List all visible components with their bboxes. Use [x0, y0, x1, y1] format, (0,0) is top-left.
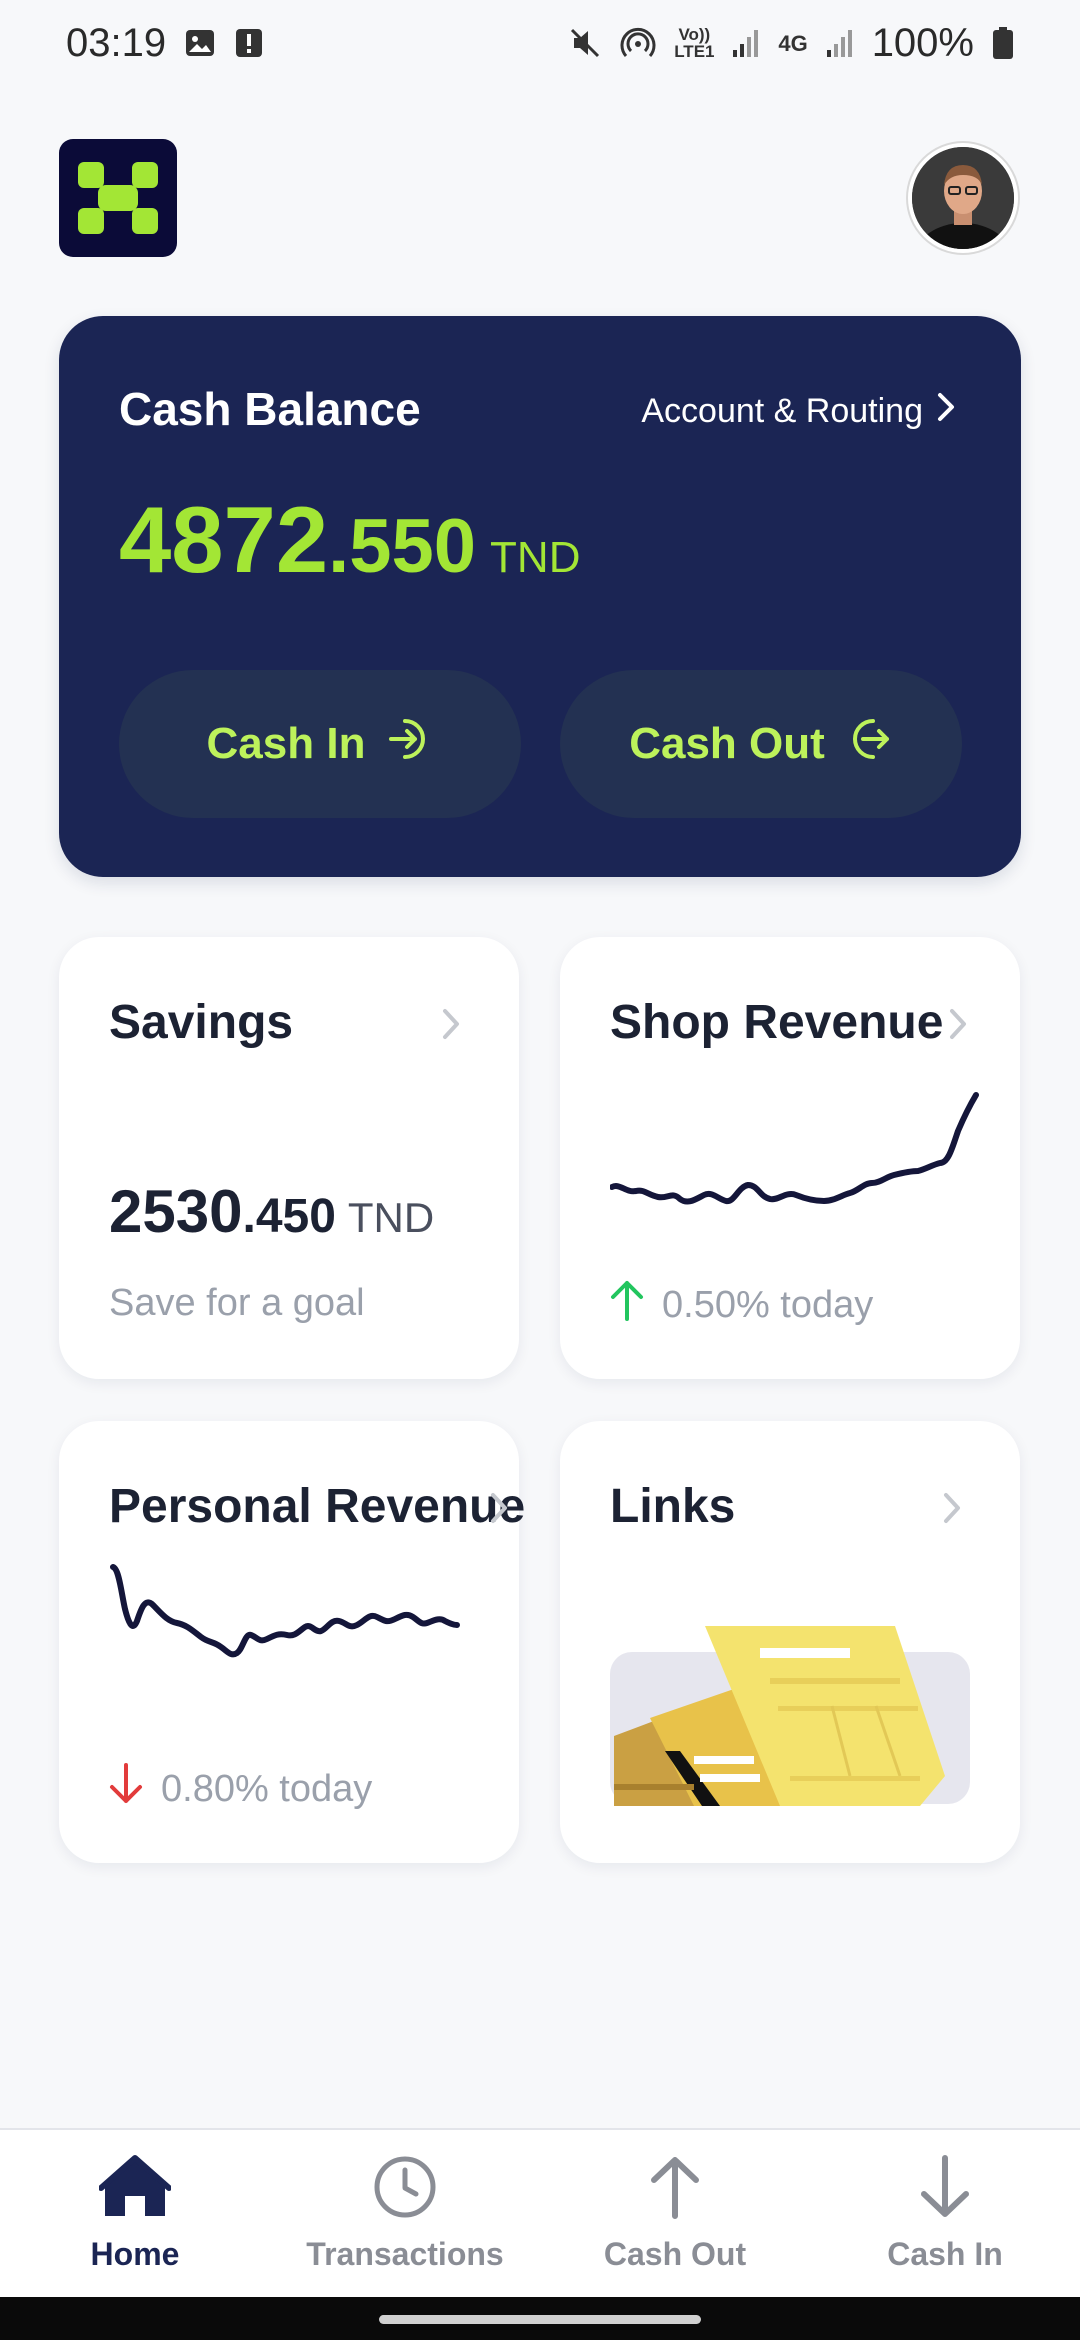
chevron-right-icon — [441, 1007, 461, 1046]
arrow-up-icon — [642, 2154, 708, 2228]
logout-arrow-icon — [845, 715, 893, 774]
app-logo-icon[interactable] — [59, 139, 177, 257]
arrow-down-icon — [912, 2154, 978, 2228]
cash-balance-card: Cash Balance Account & Routing 4872 .550… — [59, 316, 1021, 877]
home-icon — [98, 2154, 172, 2228]
links-tile[interactable]: Links — [560, 1421, 1020, 1863]
personal-revenue-sparkline — [110, 1564, 460, 1658]
bottom-navigation: Home Transactions Cash Out Cash In — [0, 2128, 1080, 2297]
savings-subtitle: Save for a goal — [109, 1282, 365, 1324]
nav-transactions-label: Transactions — [306, 2236, 504, 2272]
balance-amount: 4872 .550 TND — [119, 486, 580, 594]
personal-revenue-trend: 0.80% today — [109, 1763, 372, 1815]
mute-icon — [568, 26, 602, 60]
nav-home[interactable]: Home — [0, 2130, 270, 2297]
links-title: Links — [610, 1480, 736, 1533]
savings-amount-dec: .450 — [242, 1190, 336, 1243]
savings-tile[interactable]: Savings 2530 .450 TND Save for a goal — [59, 937, 519, 1379]
image-icon — [184, 27, 216, 59]
gesture-bar — [0, 2297, 1080, 2340]
chevron-right-icon — [489, 1491, 509, 1530]
nav-cash-in-label: Cash In — [887, 2236, 1003, 2272]
status-right: Vo)) LTE1 4G 100% — [568, 21, 1014, 66]
clock-icon — [372, 2154, 438, 2228]
shop-revenue-sparkline — [610, 1092, 979, 1205]
shop-revenue-tile[interactable]: Shop Revenue 0.50% today — [560, 937, 1020, 1379]
routing-label: Account & Routing — [641, 392, 923, 430]
battery-icon — [992, 26, 1014, 60]
account-routing-link[interactable]: Account & Routing — [641, 392, 955, 431]
balance-amount-dec: .550 — [328, 504, 477, 589]
arrow-down-icon — [109, 1763, 143, 1815]
balance-title: Cash Balance — [119, 383, 421, 435]
cash-in-label: Cash In — [206, 719, 366, 768]
shop-revenue-trend: 0.50% today — [610, 1279, 873, 1331]
alert-icon — [234, 27, 264, 59]
login-arrow-icon — [385, 715, 433, 774]
savings-amount-int: 2530 — [109, 1178, 243, 1245]
status-bar: 03:19 Vo)) LTE1 4G 100% — [0, 0, 1080, 86]
chevron-right-icon — [937, 392, 955, 431]
status-time: 03:19 — [66, 20, 167, 65]
hotspot-icon — [620, 26, 656, 60]
arrow-up-icon — [610, 1279, 644, 1331]
shop-revenue-title: Shop Revenue — [610, 996, 944, 1049]
avatar[interactable] — [908, 143, 1018, 253]
personal-revenue-title: Personal Revenue — [109, 1480, 526, 1533]
savings-title: Savings — [109, 996, 294, 1049]
nav-cash-in[interactable]: Cash In — [810, 2130, 1080, 2297]
nav-transactions[interactable]: Transactions — [270, 2130, 540, 2297]
network-label: 4G — [778, 30, 808, 56]
cash-out-label: Cash Out — [629, 719, 825, 768]
nav-home-label: Home — [90, 2236, 180, 2272]
battery-percent: 100% — [871, 20, 974, 65]
status-left: 03:19 — [66, 21, 264, 66]
balance-currency: TND — [490, 533, 581, 582]
cash-out-button[interactable]: Cash Out — [560, 670, 962, 818]
volte-label: Vo)) LTE1 — [674, 25, 715, 61]
home-gesture-handle[interactable] — [379, 2315, 701, 2324]
nav-cash-out[interactable]: Cash Out — [540, 2130, 810, 2297]
signal-icon-2 — [826, 28, 854, 58]
signal-icon — [732, 28, 760, 58]
personal-revenue-trend-text: 0.80% today — [161, 1767, 373, 1810]
personal-revenue-tile[interactable]: Personal Revenue 0.80% today — [59, 1421, 525, 1863]
documents-illustration-icon — [610, 1626, 970, 1806]
savings-currency: TND — [347, 1194, 435, 1241]
chevron-right-icon — [942, 1491, 962, 1530]
shop-revenue-trend-text: 0.50% today — [662, 1283, 874, 1326]
nav-cash-out-label: Cash Out — [603, 2236, 747, 2272]
chevron-right-icon — [948, 1007, 968, 1046]
savings-amount: 2530 .450 TND — [109, 1177, 434, 1246]
cash-in-button[interactable]: Cash In — [119, 670, 521, 818]
balance-amount-int: 4872 — [119, 487, 329, 592]
